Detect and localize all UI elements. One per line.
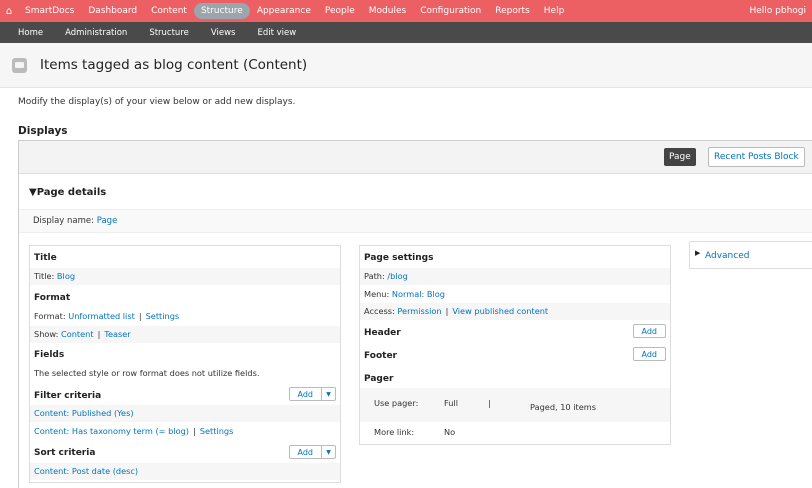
filter-add-label: Add xyxy=(297,389,314,399)
path-row: Path: /blog xyxy=(360,268,670,285)
path-label: Path: xyxy=(364,271,385,281)
show-label: Show: xyxy=(34,329,59,339)
shortcut-home[interactable]: Home xyxy=(0,28,54,38)
format-label: Format: xyxy=(34,311,66,321)
menu-label: Menu: xyxy=(364,289,390,299)
intro-text: Modify the display(s) of your view below… xyxy=(18,97,296,107)
view-icon xyxy=(12,58,27,73)
page-details-toggle[interactable]: ▼Page details xyxy=(29,187,106,198)
access-label: Access: xyxy=(364,306,395,316)
display-name-label: Display name: xyxy=(33,216,95,226)
more-link-row: More link: No xyxy=(360,424,670,441)
menu-item-content[interactable]: Content xyxy=(144,3,194,19)
title-row: Title: Blog xyxy=(30,268,340,285)
header-heading: Header xyxy=(364,328,401,338)
chevron-down-icon[interactable]: ▼ xyxy=(321,388,335,400)
filter-published-link[interactable]: Content: Published (Yes) xyxy=(34,408,134,418)
footer-heading: Footer xyxy=(364,351,397,361)
advanced-toggle[interactable]: ▶ Advanced xyxy=(689,241,812,269)
shortcut-bar: Home Administration Structure Views Edit… xyxy=(0,22,812,43)
filter-settings-link[interactable]: Settings xyxy=(200,426,234,436)
displays-panel: Page Recent Posts Block ▼Page details Di… xyxy=(18,140,812,488)
sort-add-label: Add xyxy=(297,447,314,457)
chevron-down-icon[interactable]: ▼ xyxy=(321,446,335,458)
header-add-button[interactable]: Add xyxy=(632,324,666,338)
pager-separator: | xyxy=(488,398,491,408)
home-icon[interactable]: ⌂ xyxy=(0,0,18,22)
menu-item-dashboard[interactable]: Dashboard xyxy=(81,3,144,19)
menu-item-appearance[interactable]: Appearance xyxy=(250,3,318,19)
more-link-value[interactable]: No xyxy=(444,424,455,441)
display-name-link[interactable]: Page xyxy=(97,216,118,226)
tab-page[interactable]: Page xyxy=(664,148,696,166)
format-link[interactable]: Unformatted list xyxy=(68,311,135,321)
footer-add-button[interactable]: Add xyxy=(632,347,666,361)
page-title: Items tagged as blog content (Content) xyxy=(40,57,308,73)
menu-item-structure[interactable]: Structure xyxy=(193,3,250,19)
left-column: Title Title: Blog Format Format: Unforma… xyxy=(29,245,341,483)
collapse-arrow-icon: ▼ xyxy=(29,187,37,198)
sort-post-date-link[interactable]: Content: Post date (desc) xyxy=(34,466,138,476)
middle-column: Page settings Path: /blog Menu: Normal: … xyxy=(359,245,671,445)
title-heading: Title xyxy=(34,253,57,263)
menu-item-reports[interactable]: Reports xyxy=(488,3,537,19)
tab-recent-posts-block[interactable]: Recent Posts Block xyxy=(708,147,805,167)
show-teaser-link[interactable]: Teaser xyxy=(104,329,130,339)
format-row: Format: Unformatted list | Settings xyxy=(34,311,180,321)
admin-menu: SmartDocs Dashboard Content Structure Ap… xyxy=(18,0,571,22)
filter-taxonomy-link[interactable]: Content: Has taxonomy term (= blog) xyxy=(34,426,189,436)
admin-toolbar: ⌂ SmartDocs Dashboard Content Structure … xyxy=(0,0,812,22)
expand-arrow-icon: ▶ xyxy=(695,249,701,257)
show-row: Show: Content | Teaser xyxy=(30,326,340,343)
path-link[interactable]: /blog xyxy=(387,271,407,281)
menu-item-help[interactable]: Help xyxy=(537,3,572,19)
format-settings-link[interactable]: Settings xyxy=(146,311,180,321)
display-tabs: Page Recent Posts Block xyxy=(19,141,812,174)
shortcut-edit-view[interactable]: Edit view xyxy=(246,28,307,38)
format-heading: Format xyxy=(34,293,71,303)
access-view-link[interactable]: View published content xyxy=(452,306,548,316)
use-pager-row: Use pager: Full | Paged, 10 items xyxy=(360,388,670,422)
menu-item-configuration[interactable]: Configuration xyxy=(413,3,488,19)
pager-heading: Pager xyxy=(364,374,394,384)
title-link[interactable]: Blog xyxy=(57,271,75,281)
menu-item-smartdocs[interactable]: SmartDocs xyxy=(18,3,81,19)
menu-link[interactable]: Normal: Blog xyxy=(392,289,445,299)
fields-note: The selected style or row format does no… xyxy=(34,368,260,378)
access-permission-link[interactable]: Permission xyxy=(397,306,441,316)
shortcut-structure[interactable]: Structure xyxy=(138,28,200,38)
more-link-label: More link: xyxy=(374,427,415,437)
shortcut-views[interactable]: Views xyxy=(200,28,247,38)
shortcut-administration[interactable]: Administration xyxy=(54,28,138,38)
menu-item-people[interactable]: People xyxy=(318,3,362,19)
pager-items-link[interactable]: Paged, 10 items xyxy=(530,399,596,416)
filter-add-button[interactable]: Add ▼ xyxy=(288,387,336,401)
use-pager-link[interactable]: Full xyxy=(444,395,458,412)
displays-heading: Displays xyxy=(18,125,68,137)
title-label: Title: xyxy=(34,271,55,281)
advanced-label: Advanced xyxy=(705,251,750,261)
show-content-link[interactable]: Content xyxy=(61,329,94,339)
menu-row: Menu: Normal: Blog xyxy=(360,286,670,303)
user-greeting[interactable]: Hello pbhogi xyxy=(749,0,806,22)
page-settings-heading: Page settings xyxy=(364,253,434,263)
sort-criteria-heading: Sort criteria xyxy=(34,448,96,458)
filter-row-2: Content: Has taxonomy term (= blog) | Sett… xyxy=(34,426,234,436)
use-pager-label: Use pager: xyxy=(374,398,419,408)
footer-add-label: Add xyxy=(641,349,658,359)
filter-criteria-heading: Filter criteria xyxy=(34,391,102,401)
sort-add-button[interactable]: Add ▼ xyxy=(288,445,336,459)
menu-item-modules[interactable]: Modules xyxy=(362,3,413,19)
fields-heading: Fields xyxy=(34,350,65,360)
filter-row-1: Content: Published (Yes) xyxy=(30,405,340,422)
page-details-title: Page details xyxy=(36,187,107,198)
header-add-label: Add xyxy=(641,326,658,336)
display-name-row: Display name: Page xyxy=(19,209,812,233)
sort-row-1: Content: Post date (desc) xyxy=(30,463,340,480)
access-row: Access: Permission | View published conten… xyxy=(360,303,670,320)
